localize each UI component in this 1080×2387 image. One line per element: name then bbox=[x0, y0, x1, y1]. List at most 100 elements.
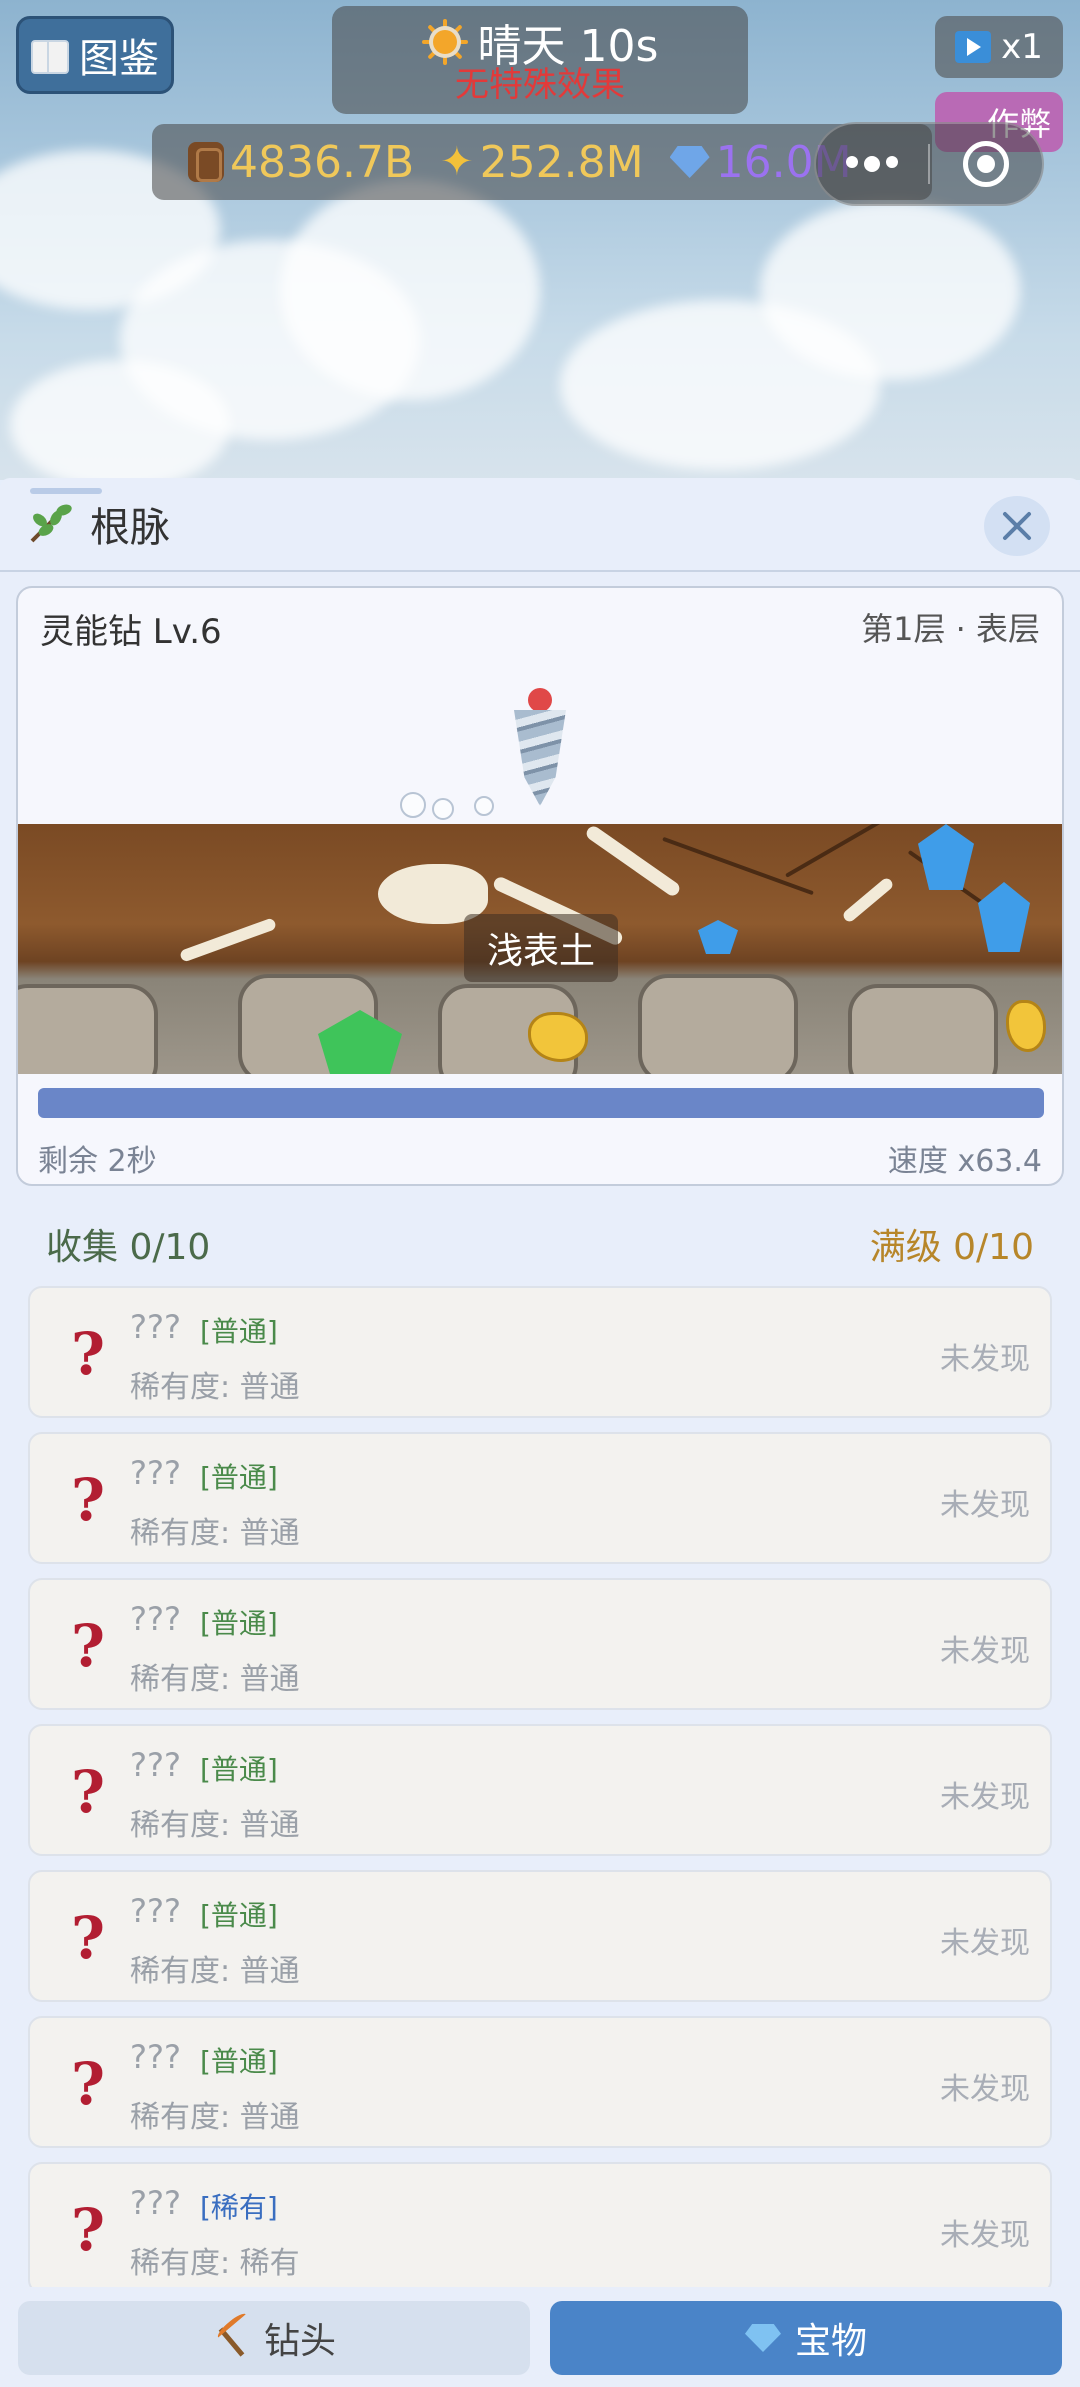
atlas-button-label: 图鉴 bbox=[79, 36, 159, 82]
treasure-list[interactable]: ???? [普通] 稀有度: 普通 未发现???? [普通] 稀有度: 普通 未发现????… bbox=[28, 1286, 1052, 2308]
weather-effect: 无特殊效果 bbox=[455, 65, 625, 105]
item-rarity: 稀有度: 普通 bbox=[130, 1370, 300, 1405]
unknown-question-icon: ? bbox=[71, 1904, 105, 1972]
close-icon bbox=[1000, 509, 1034, 543]
fossil-bone bbox=[841, 876, 895, 924]
unknown-question-icon: ? bbox=[71, 1612, 105, 1680]
cloud bbox=[280, 180, 540, 400]
item-status: 未发现 bbox=[940, 1342, 1030, 1377]
list-item[interactable]: ???? [稀有] 稀有度: 稀有 未发现 bbox=[28, 2162, 1052, 2294]
fossil-bone bbox=[583, 824, 683, 899]
list-item[interactable]: ???? [普通] 稀有度: 普通 未发现 bbox=[28, 1724, 1052, 1856]
rarity-tag: [普通] bbox=[200, 1753, 278, 1786]
rarity-tag: [稀有] bbox=[200, 2191, 278, 2224]
miniprogram-capsule bbox=[814, 122, 1044, 206]
panel-title: 根脉 bbox=[90, 505, 170, 551]
speed-button-label: x1 bbox=[1001, 27, 1043, 67]
drill-bit-icon bbox=[510, 688, 570, 808]
rarity-tag: [普通] bbox=[200, 1461, 278, 1494]
item-status: 未发现 bbox=[940, 2072, 1030, 2107]
speed-button[interactable]: x1 bbox=[935, 16, 1063, 78]
rock bbox=[18, 984, 158, 1074]
collection-count: 收集 0/10 bbox=[46, 1227, 211, 1268]
tab-drill[interactable]: 钻头 bbox=[18, 2301, 530, 2375]
rarity-tag: [普通] bbox=[200, 1315, 278, 1348]
item-name: ??? bbox=[130, 1600, 181, 1638]
pickaxe-icon bbox=[212, 2310, 250, 2357]
drill-name: 灵能钻 Lv.6 bbox=[40, 612, 222, 652]
rarity-tag: [普通] bbox=[200, 1899, 278, 1932]
unknown-question-icon: ? bbox=[71, 1320, 105, 1388]
blue-crystal bbox=[698, 920, 738, 954]
drill-card: 灵能钻 Lv.6 第1层 · 表层 浅表土 剩余 2秒 速度 x63.4 bbox=[16, 586, 1064, 1186]
unknown-question-icon: ? bbox=[71, 1466, 105, 1534]
item-status: 未发现 bbox=[940, 2218, 1030, 2253]
item-name: ??? bbox=[130, 1454, 181, 1492]
ground-scene: 浅表土 bbox=[18, 824, 1062, 1074]
sun-icon bbox=[421, 19, 468, 65]
wood-amount: 4836.7B bbox=[230, 136, 415, 188]
root-strand bbox=[662, 836, 814, 896]
spark-amount: 252.8M bbox=[479, 136, 644, 188]
item-name: ??? bbox=[130, 1746, 181, 1784]
weather-panel: 晴天 10s 无特殊效果 bbox=[332, 6, 748, 114]
item-name: ??? bbox=[130, 1308, 181, 1346]
item-rarity: 稀有度: 普通 bbox=[130, 1662, 300, 1697]
root-strand bbox=[785, 824, 891, 878]
rock bbox=[848, 984, 998, 1074]
unknown-question-icon: ? bbox=[71, 2050, 105, 2118]
item-status: 未发现 bbox=[940, 1488, 1030, 1523]
dust-bubble bbox=[432, 798, 454, 820]
gem-icon bbox=[744, 2324, 781, 2352]
item-status: 未发现 bbox=[940, 1780, 1030, 1815]
tab-treasure-label: 宝物 bbox=[794, 2321, 867, 2362]
drill-speed: 速度 x63.4 bbox=[887, 1144, 1042, 1179]
list-item[interactable]: ???? [普通] 稀有度: 普通 未发现 bbox=[28, 1286, 1052, 1418]
dust-bubble bbox=[474, 796, 494, 816]
cloud bbox=[10, 360, 230, 480]
item-rarity: 稀有度: 普通 bbox=[130, 1954, 300, 1989]
remaining-time: 剩余 2秒 bbox=[38, 1144, 157, 1179]
wood-icon bbox=[188, 142, 224, 182]
item-name: ??? bbox=[130, 1892, 181, 1930]
rock bbox=[638, 974, 798, 1074]
wood-resource: 4836.7B bbox=[188, 137, 414, 188]
rarity-tag: [普通] bbox=[200, 1607, 278, 1640]
depth-label: 浅表土 bbox=[464, 914, 618, 982]
item-status: 未发现 bbox=[940, 1634, 1030, 1669]
item-rarity: 稀有度: 普通 bbox=[130, 1516, 300, 1551]
drill-layer: 第1层 · 表层 bbox=[861, 610, 1040, 648]
spark-resource: ✦ 252.8M bbox=[440, 137, 643, 188]
blue-crystal bbox=[978, 882, 1030, 952]
unknown-question-icon: ? bbox=[71, 2196, 105, 2264]
dust-bubble bbox=[400, 792, 426, 818]
gold-nugget bbox=[1006, 1000, 1046, 1052]
play-icon bbox=[955, 31, 992, 63]
tab-treasure[interactable]: 宝物 bbox=[550, 2301, 1062, 2375]
rarity-tag: [普通] bbox=[200, 2045, 278, 2078]
max-level-count: 满级 0/10 bbox=[869, 1227, 1034, 1268]
close-button[interactable] bbox=[984, 496, 1050, 556]
item-status: 未发现 bbox=[940, 1926, 1030, 1961]
sparkle-icon: ✦ bbox=[440, 139, 474, 185]
list-item[interactable]: ???? [普通] 稀有度: 普通 未发现 bbox=[28, 1870, 1052, 2002]
exit-button[interactable] bbox=[930, 141, 1042, 187]
drill-progress-fill bbox=[38, 1088, 1044, 1118]
drill-progress-bar bbox=[38, 1088, 1044, 1118]
book-icon bbox=[31, 40, 69, 74]
target-icon bbox=[962, 141, 1009, 187]
list-item[interactable]: ???? [普通] 稀有度: 普通 未发现 bbox=[28, 1432, 1052, 1564]
list-item[interactable]: ???? [普通] 稀有度: 普通 未发现 bbox=[28, 2016, 1052, 2148]
sprout-icon bbox=[28, 501, 74, 547]
tab-drill-label: 钻头 bbox=[263, 2321, 336, 2362]
fossil-bone bbox=[178, 917, 278, 963]
cloud bbox=[760, 200, 1020, 380]
item-rarity: 稀有度: 普通 bbox=[130, 1808, 300, 1843]
item-name: ??? bbox=[130, 2038, 181, 2076]
root-panel: 根脉 灵能钻 Lv.6 第1层 · 表层 浅表土 剩余 2秒 速度 x63.4 … bbox=[0, 478, 1080, 2387]
list-item[interactable]: ???? [普通] 稀有度: 普通 未发现 bbox=[28, 1578, 1052, 1710]
more-options-icon[interactable] bbox=[816, 156, 928, 172]
item-rarity: 稀有度: 稀有 bbox=[130, 2246, 300, 2281]
atlas-button[interactable]: 图鉴 bbox=[16, 16, 174, 94]
item-rarity: 稀有度: 普通 bbox=[130, 2100, 300, 2135]
